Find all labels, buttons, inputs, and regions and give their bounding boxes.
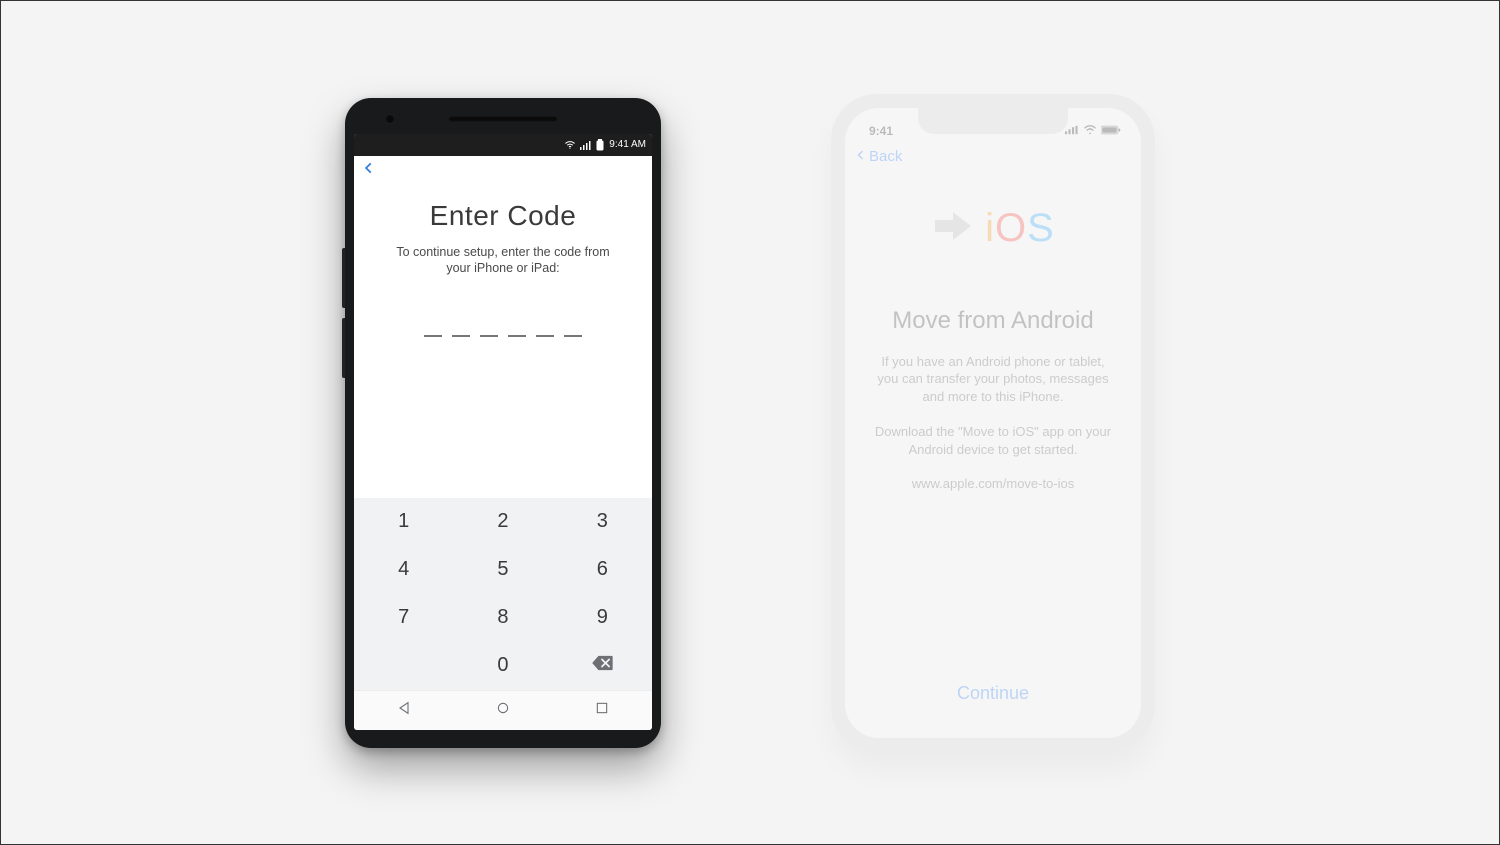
volume-up-button	[342, 248, 345, 308]
battery-icon	[594, 139, 606, 151]
page-paragraph-2: Download the "Move to iOS" app on your A…	[873, 423, 1113, 458]
page-title: Move from Android	[892, 307, 1093, 335]
ios-body: iOS Move from Android If you have an And…	[845, 172, 1141, 738]
volume-down-button	[342, 318, 345, 378]
key-empty	[354, 642, 453, 690]
code-digit	[480, 323, 498, 337]
key-0[interactable]: 0	[453, 642, 552, 690]
android-screen: 9:41 AM Enter Code To continue setup, en…	[354, 134, 652, 730]
statusbar-time: 9:41	[869, 124, 893, 138]
nav-recents-icon[interactable]	[594, 700, 610, 721]
numeric-keypad: 1 2 3 4 5 6 7 8 9 0	[354, 498, 652, 690]
key-4[interactable]: 4	[354, 546, 453, 594]
cellular-icon	[579, 139, 591, 151]
code-digit	[564, 323, 582, 337]
back-button-label[interactable]: Back	[869, 148, 902, 165]
key-backspace[interactable]	[553, 642, 652, 690]
iphone-faded-container: 9:41	[831, 94, 1155, 752]
page-paragraph-1: If you have an Android phone or tablet, …	[873, 353, 1113, 406]
wifi-icon	[564, 139, 576, 151]
nav-home-icon[interactable]	[495, 700, 511, 721]
enter-code-content: Enter Code To continue setup, enter the …	[354, 186, 652, 498]
arrow-right-icon	[931, 208, 975, 249]
key-2[interactable]: 2	[453, 498, 552, 546]
ios-wordmark: iOS	[985, 206, 1055, 251]
code-digit	[508, 323, 526, 337]
iphone-notch	[918, 108, 1068, 134]
code-digit	[424, 323, 442, 337]
android-phone-frame: 9:41 AM Enter Code To continue setup, en…	[345, 98, 661, 748]
key-8[interactable]: 8	[453, 594, 552, 642]
back-button[interactable]	[362, 161, 376, 180]
android-topbar	[354, 156, 652, 186]
key-5[interactable]: 5	[453, 546, 552, 594]
page-subtitle: To continue setup, enter the code from y…	[383, 244, 623, 278]
battery-icon	[1101, 124, 1121, 138]
statusbar-time: 9:41 AM	[609, 139, 646, 150]
ios-nav-bar: Back	[845, 142, 1141, 172]
iphone-frame: 9:41	[831, 94, 1155, 752]
page-title: Enter Code	[430, 200, 577, 232]
key-7[interactable]: 7	[354, 594, 453, 642]
cellular-icon	[1065, 124, 1079, 138]
key-1[interactable]: 1	[354, 498, 453, 546]
key-6[interactable]: 6	[553, 546, 652, 594]
key-3[interactable]: 3	[553, 498, 652, 546]
android-navbar	[354, 690, 652, 730]
nav-back-icon[interactable]	[396, 700, 412, 721]
back-chevron-icon[interactable]	[855, 147, 867, 167]
help-link[interactable]: www.apple.com/move-to-ios	[912, 476, 1075, 491]
code-digit	[536, 323, 554, 337]
android-statusbar: 9:41 AM	[354, 134, 652, 156]
key-9[interactable]: 9	[553, 594, 652, 642]
iphone-screen: 9:41	[845, 108, 1141, 738]
continue-button[interactable]: Continue	[957, 683, 1029, 704]
move-to-ios-logo: iOS	[931, 206, 1055, 251]
code-digit	[452, 323, 470, 337]
code-input[interactable]	[424, 323, 582, 337]
wifi-icon	[1083, 124, 1097, 138]
backspace-icon	[591, 654, 613, 677]
